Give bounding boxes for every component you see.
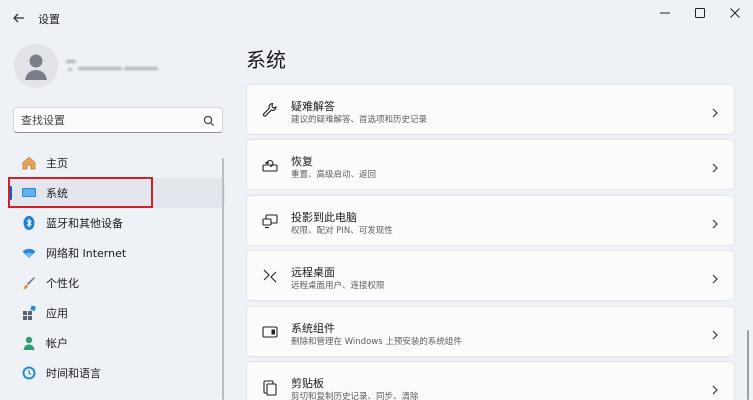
sidebar-item-label: 应用 (46, 307, 68, 320)
system-components-icon (261, 323, 279, 341)
search-box[interactable] (13, 107, 223, 133)
sidebar-item-label: 帐户 (46, 337, 68, 350)
sidebar-scrollbar[interactable] (222, 158, 224, 400)
clock-language-icon (21, 365, 37, 381)
card-subtitle: 剪切和复制历史记录、同步、清除 (291, 392, 419, 400)
main-scrollbar[interactable] (747, 330, 749, 400)
sidebar-item-network[interactable]: 网络和 Internet (9, 238, 225, 268)
card-title: 投影到此电脑 (291, 211, 357, 224)
settings-card-clipboard[interactable]: 剪贴板 剪切和复制历史记录、同步、清除 (246, 361, 735, 400)
avatar[interactable] (14, 44, 58, 88)
sidebar-item-accounts[interactable]: 帐户 (9, 328, 225, 358)
profile-name-redacted (66, 58, 158, 74)
settings-card-project-to-pc[interactable]: 投影到此电脑 权限、配对 PIN、可发现性 (246, 195, 735, 246)
chevron-right-icon (710, 159, 720, 173)
back-arrow-icon[interactable] (9, 8, 29, 28)
home-icon (21, 155, 37, 171)
search-input[interactable] (21, 111, 201, 129)
sidebar-item-personalization[interactable]: 个性化 (9, 268, 225, 298)
sidebar-item-label: 个性化 (46, 277, 79, 290)
maximize-icon[interactable] (689, 4, 711, 22)
card-subtitle: 删除和管理在 Windows 上预安装的系统组件 (291, 337, 462, 347)
chevron-right-icon (710, 270, 720, 284)
card-title: 疑难解答 (291, 100, 335, 113)
wifi-icon (21, 245, 37, 261)
chevron-right-icon (710, 215, 720, 229)
settings-card-troubleshoot[interactable]: 疑难解答 建议的疑难解答、首选项和历史记录 (246, 84, 735, 135)
card-subtitle: 远程桌面用户、连接权限 (291, 281, 385, 291)
apps-icon (21, 305, 37, 321)
chevron-right-icon (710, 104, 720, 118)
sidebar-item-bluetooth[interactable]: 蓝牙和其他设备 (9, 208, 225, 238)
card-title: 系统组件 (291, 322, 335, 335)
sidebar-item-label: 蓝牙和其他设备 (46, 217, 123, 230)
sidebar-item-apps[interactable]: 应用 (9, 298, 225, 328)
close-icon[interactable] (724, 4, 746, 22)
chevron-right-icon (710, 381, 720, 395)
remote-desktop-icon (261, 267, 279, 285)
card-subtitle: 重置、高级启动、返回 (291, 170, 377, 180)
user-icon (25, 54, 47, 80)
account-icon (21, 335, 37, 351)
card-subtitle: 建议的疑难解答、首选项和历史记录 (291, 115, 428, 125)
annotation-highlight-box (8, 177, 153, 208)
card-title: 远程桌面 (291, 266, 335, 279)
sidebar-item-home[interactable]: 主页 (9, 148, 225, 178)
wrench-icon (261, 101, 279, 119)
title-bar: 设置 (0, 0, 753, 36)
sidebar-item-label: 主页 (46, 157, 68, 170)
card-title: 恢复 (291, 155, 313, 168)
sidebar-item-label: 时间和语言 (46, 367, 101, 380)
project-screen-icon (261, 212, 279, 230)
app-title: 设置 (38, 13, 60, 26)
bluetooth-icon (21, 215, 37, 231)
chevron-right-icon (710, 326, 720, 340)
card-subtitle: 权限、配对 PIN、可发现性 (291, 226, 393, 236)
page-title: 系统 (246, 48, 286, 72)
settings-card-remote-desktop[interactable]: 远程桌面 远程桌面用户、连接权限 (246, 250, 735, 301)
sidebar-item-time-language[interactable]: 时间和语言 (9, 358, 225, 388)
minimize-icon[interactable] (654, 4, 676, 22)
sidebar-item-label: 网络和 Internet (46, 247, 127, 260)
brush-icon (21, 275, 37, 291)
card-title: 剪贴板 (291, 377, 324, 390)
settings-card-recovery[interactable]: 恢复 重置、高级启动、返回 (246, 139, 735, 190)
search-icon[interactable] (202, 113, 216, 127)
settings-card-system-components[interactable]: 系统组件 删除和管理在 Windows 上预安装的系统组件 (246, 306, 735, 357)
recovery-icon (261, 156, 279, 174)
clipboard-icon (261, 378, 279, 396)
